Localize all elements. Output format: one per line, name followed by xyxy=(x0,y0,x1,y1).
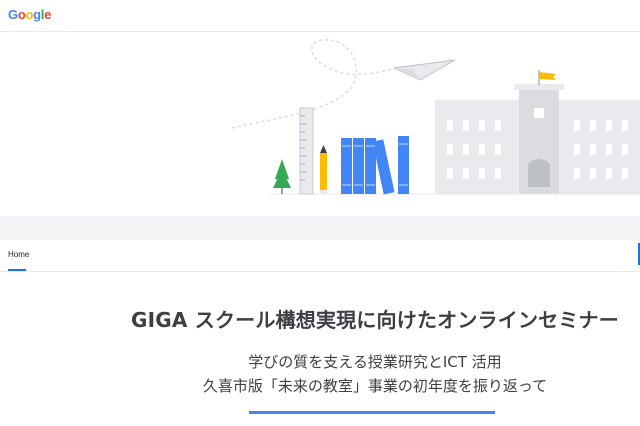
hero-banner xyxy=(0,32,640,216)
page-title: GIGA スクール構想実現に向けたオンラインセミナー xyxy=(131,308,619,332)
google-logo[interactable]: Google xyxy=(8,7,51,22)
flag-icon xyxy=(538,70,556,85)
ruler-icon xyxy=(299,107,314,195)
active-tab-indicator xyxy=(8,269,26,271)
hero-divider-band xyxy=(0,216,640,240)
tab-home[interactable]: Home xyxy=(8,250,29,259)
subtitle-line-2: 久喜市版「未来の教室」事業の初年度を振り返って xyxy=(202,377,548,395)
subtitle-line-1: 学びの質を支える授業研究とICT 活用 xyxy=(248,353,502,371)
title-accent-bar xyxy=(249,411,495,414)
logo-letter: e xyxy=(44,7,52,22)
school-building-icon xyxy=(435,84,640,194)
pencil-icon xyxy=(320,145,327,194)
nav-bar: Home xyxy=(0,240,640,272)
logo-letter: G xyxy=(8,7,18,22)
logo-letter: o xyxy=(25,7,34,22)
logo-letter: o xyxy=(17,7,26,22)
books-icon xyxy=(341,136,409,195)
paper-plane-icon xyxy=(392,59,456,81)
tree-icon xyxy=(273,159,291,194)
logo-letter: g xyxy=(33,7,41,22)
hero-illustration xyxy=(231,39,640,195)
top-bar: Google xyxy=(0,0,640,32)
